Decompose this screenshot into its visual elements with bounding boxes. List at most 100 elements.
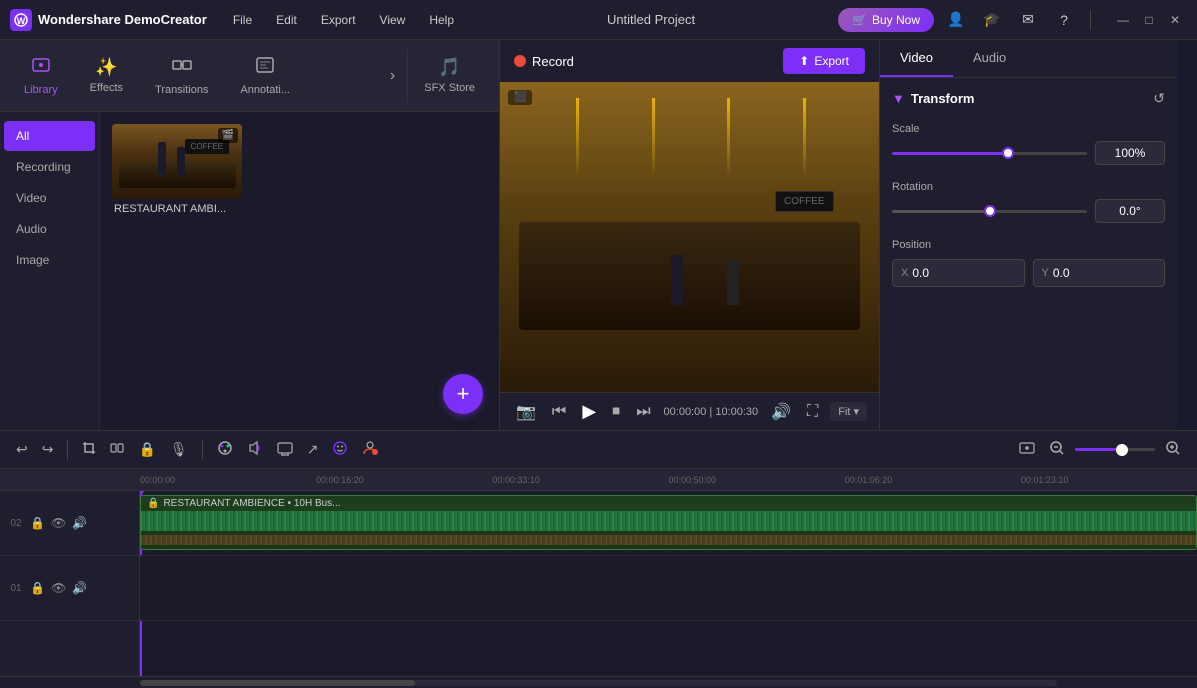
record-label: Record [532, 54, 574, 69]
media-item-restaurant[interactable]: COFFEE 🎬 RESTAURANT AMBI... [112, 124, 242, 215]
scale-slider[interactable] [892, 152, 1087, 155]
position-property: Position X 0.0 Y 0.0 [892, 239, 1165, 287]
tab-effects[interactable]: ✨ Effects [74, 49, 139, 102]
screenshot-button[interactable]: 📷 [512, 400, 540, 424]
mic-button[interactable]: 🎙 [166, 437, 192, 462]
rotation-slider[interactable] [892, 210, 1087, 213]
fullscreen-button[interactable]: ⛶ [803, 401, 822, 423]
zoom-in-button[interactable] [1161, 436, 1185, 463]
tab-annotations[interactable]: Annotati... [224, 47, 306, 104]
divider-2 [202, 440, 203, 460]
tab-sfx[interactable]: 🎵 SFX Store [407, 49, 491, 102]
tab-audio-props[interactable]: Audio [953, 40, 1026, 77]
mail-icon[interactable]: ✉ [1014, 6, 1042, 34]
x-value: 0.0 [912, 266, 929, 280]
timeline-ruler: 00:00:00 00:00:16:20 00:00:33:10 00:00:5… [0, 469, 1197, 491]
menu-export[interactable]: Export [311, 9, 366, 31]
screen-record-btn[interactable] [273, 436, 297, 463]
sfx-icon: 🎵 [438, 57, 460, 78]
time-total: 10:00:30 [715, 406, 758, 418]
export-button[interactable]: ⬆ Export [783, 48, 865, 74]
right-panel: Video Audio ▼ Transform ↺ Scale 100% [880, 40, 1177, 430]
play-button[interactable]: ▶ [578, 399, 600, 424]
fit-label: Fit [838, 406, 850, 418]
close-button[interactable]: ✕ [1163, 8, 1187, 32]
sidebar-item-image[interactable]: Image [4, 245, 95, 275]
buy-now-button[interactable]: 🛒 Buy Now [838, 8, 934, 32]
scale-value[interactable]: 100% [1095, 141, 1165, 165]
menu-edit[interactable]: Edit [266, 9, 307, 31]
rotation-value[interactable]: 0.0° [1095, 199, 1165, 223]
main-content: Library ✨ Effects Transitions Annotati..… [0, 40, 1197, 430]
cursor-btn[interactable]: ↗ [303, 437, 323, 462]
sidebar-item-audio[interactable]: Audio [4, 214, 95, 244]
clip-label: RESTAURANT AMBIENCE • 10H Bus... [163, 498, 340, 509]
tab-video-props[interactable]: Video [880, 40, 953, 77]
volume-button[interactable]: 🔊 [767, 400, 795, 424]
sidebar-item-recording[interactable]: Recording [4, 152, 95, 182]
track-audio-icon-1[interactable]: 🔊 [72, 581, 87, 595]
timeline-right-controls [1015, 436, 1185, 463]
props-content: ▼ Transform ↺ Scale 100% Rotation 0.0° [880, 78, 1177, 430]
video-clip[interactable]: 🔒 RESTAURANT AMBIENCE • 10H Bus... [140, 495, 1197, 550]
sidebar-item-all[interactable]: All [4, 121, 95, 151]
split-button[interactable] [106, 437, 128, 462]
tab-library[interactable]: Library [8, 47, 74, 104]
tab-transitions[interactable]: Transitions [139, 47, 224, 104]
library-icon [31, 55, 51, 80]
x-position-field[interactable]: X 0.0 [892, 259, 1025, 287]
crop-button[interactable] [78, 437, 100, 462]
user-btn[interactable] [358, 436, 382, 463]
scale-label: Scale [892, 123, 1165, 135]
library-content: All Recording Video Audio Image [0, 112, 499, 430]
emoji-btn[interactable] [328, 436, 352, 463]
divider-1 [67, 440, 68, 460]
zoom-slider[interactable] [1075, 448, 1155, 451]
next-frame-button[interactable]: ⏭ [632, 401, 654, 423]
export-icon: ⬆ [799, 54, 809, 68]
fit-dropdown[interactable]: Fit ▾ [830, 402, 867, 421]
color-btn[interactable] [213, 436, 237, 463]
track-audio-icon-2[interactable]: 🔊 [72, 516, 87, 530]
track-lock-icon-2[interactable]: 🔒 [30, 516, 45, 530]
clip-waveform [141, 511, 1196, 531]
ruler-mark-2: 00:00:33:10 [492, 475, 668, 485]
clip-audio-row [141, 531, 1196, 549]
menu-right: 🛒 Buy Now 👤 🎓 ✉ ? — □ ✕ [838, 6, 1187, 34]
menu-help[interactable]: Help [419, 9, 464, 31]
add-track-button[interactable] [1015, 436, 1039, 463]
track-eye-icon-2[interactable]: 👁 [51, 516, 66, 530]
record-button[interactable]: Record [514, 54, 574, 69]
help-icon[interactable]: ? [1050, 6, 1078, 34]
menu-file[interactable]: File [223, 9, 262, 31]
undo-button[interactable]: ↩ [12, 437, 32, 462]
track-lock-icon-1[interactable]: 🔒 [30, 581, 45, 595]
lock-button[interactable]: 🔒 [134, 437, 159, 462]
annotations-icon [255, 55, 275, 80]
camera-badge: 🎬 [218, 128, 238, 143]
more-tabs-button[interactable]: › [382, 63, 403, 89]
position-label: Position [892, 239, 1165, 251]
minimize-button[interactable]: — [1111, 8, 1135, 32]
app-logo: W Wondershare DemoCreator [10, 9, 207, 31]
reset-transform-button[interactable]: ↺ [1153, 90, 1165, 107]
audio-btn[interactable] [243, 436, 267, 463]
sidebar-item-video[interactable]: Video [4, 183, 95, 213]
menu-view[interactable]: View [370, 9, 416, 31]
scroll-track[interactable] [140, 680, 1057, 686]
y-position-field[interactable]: Y 0.0 [1033, 259, 1166, 287]
redo-button[interactable]: ↪ [38, 437, 58, 462]
account-icon[interactable]: 👤 [942, 6, 970, 34]
stop-button[interactable]: ⏹ [608, 401, 624, 423]
add-media-button[interactable]: + [443, 374, 483, 414]
graduation-icon[interactable]: 🎓 [978, 6, 1006, 34]
prev-frame-button[interactable]: ⏮ [548, 401, 570, 423]
zoom-out-button[interactable] [1045, 436, 1069, 463]
track-eye-icon-1[interactable]: 👁 [51, 581, 66, 595]
tab-sfx-label: SFX Store [424, 82, 475, 94]
divider [1090, 10, 1091, 30]
position-row: X 0.0 Y 0.0 [892, 259, 1165, 287]
app-name: Wondershare DemoCreator [38, 12, 207, 27]
timeline-scrollbar [0, 676, 1197, 688]
maximize-button[interactable]: □ [1137, 8, 1161, 32]
